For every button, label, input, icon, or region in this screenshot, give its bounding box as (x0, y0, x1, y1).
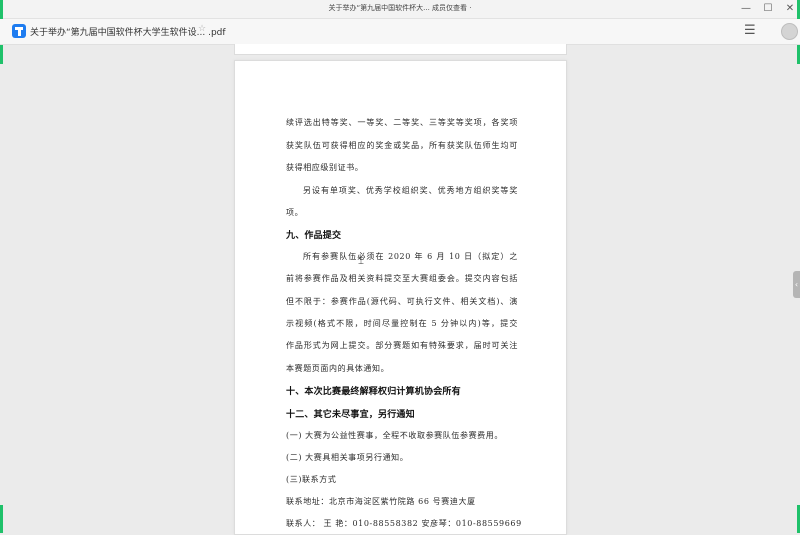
paragraph-line: 本赛题页面内的具体通知。 (286, 364, 390, 373)
maximize-button[interactable]: ☐ (757, 1, 779, 16)
paragraph-line: 作品形式为网上提交。部分赛题如有特殊要求，届时可关注 (286, 341, 518, 350)
paragraph-line: 但不限于：参赛作品(源代码、可执行文件、相关文档)、演 (286, 297, 518, 306)
window-accent-bottom-left (0, 505, 3, 533)
pdf-page: 续评选出特等奖、一等奖、二等奖、三等奖等奖项，各奖项 获奖队伍可获得相应的奖金或… (234, 60, 567, 535)
avatar[interactable] (781, 23, 798, 40)
paragraph-line: (二) 大赛具相关事项另行通知。 (286, 453, 409, 462)
paragraph-line: 联系人： 王 艳：010-88558382 安彦琴：010-88559669 (286, 519, 522, 528)
paragraph-line: 前将参赛作品及相关资料提交至大赛组委会。提交内容包括 (286, 274, 518, 283)
text-cursor-icon: ⌶ (358, 256, 364, 267)
section-heading: 十、本次比赛最终解释权归计算机协会所有 (286, 387, 461, 397)
menu-icon[interactable]: ☰ (744, 23, 756, 38)
paragraph-line: (三)联系方式 (286, 475, 337, 484)
paragraph-line: 所有参赛队伍必须在 2020 年 6 月 10 日（拟定）之 (303, 252, 518, 261)
window-titlebar: 关于举办“第九届中国软件杯大... 成员仅查看 · — ☐ ✕ (0, 0, 800, 19)
star-icon[interactable]: ☆ (198, 24, 206, 34)
section-heading: 十二、其它未尽事宜，另行通知 (286, 410, 415, 420)
paragraph-line: (一) 大赛为公益性赛事，全程不收取参赛队伍参赛费用。 (286, 431, 503, 440)
document-title[interactable]: 关于举办“第九届中国软件杯大学生软件设... .pdf (30, 25, 226, 38)
paragraph-line: 项。 (286, 208, 304, 217)
paragraph-line: 另设有单项奖、优秀学校组织奖、优秀地方组织奖等奖 (303, 186, 518, 195)
window-title: 关于举办“第九届中国软件杯大... 成员仅查看 · (328, 4, 472, 12)
paragraph-line: 获得相应级别证书。 (286, 163, 364, 172)
paragraph-line: 联系地址：北京市海淀区紫竹院路 66 号赛迪大厦 (286, 497, 476, 506)
previous-page-edge (234, 44, 567, 55)
app-logo-icon (12, 24, 26, 38)
paragraph-line: 续评选出特等奖、一等奖、二等奖、三等奖等奖项，各奖项 (286, 118, 518, 127)
minimize-button[interactable]: — (735, 1, 757, 16)
section-heading: 九、作品提交 (286, 231, 342, 241)
paragraph-line: 示视频(格式不限，时间尽量控制在 5 分钟以内)等，提交 (286, 319, 518, 328)
document-toolbar: 关于举办“第九届中国软件杯大学生软件设... .pdf ☆ ☰ (0, 19, 800, 45)
side-panel-toggle[interactable]: ‹ (793, 271, 800, 298)
paragraph-line: 获奖队伍可获得相应的奖金或奖品，所有获奖队伍师生均可 (286, 141, 518, 150)
